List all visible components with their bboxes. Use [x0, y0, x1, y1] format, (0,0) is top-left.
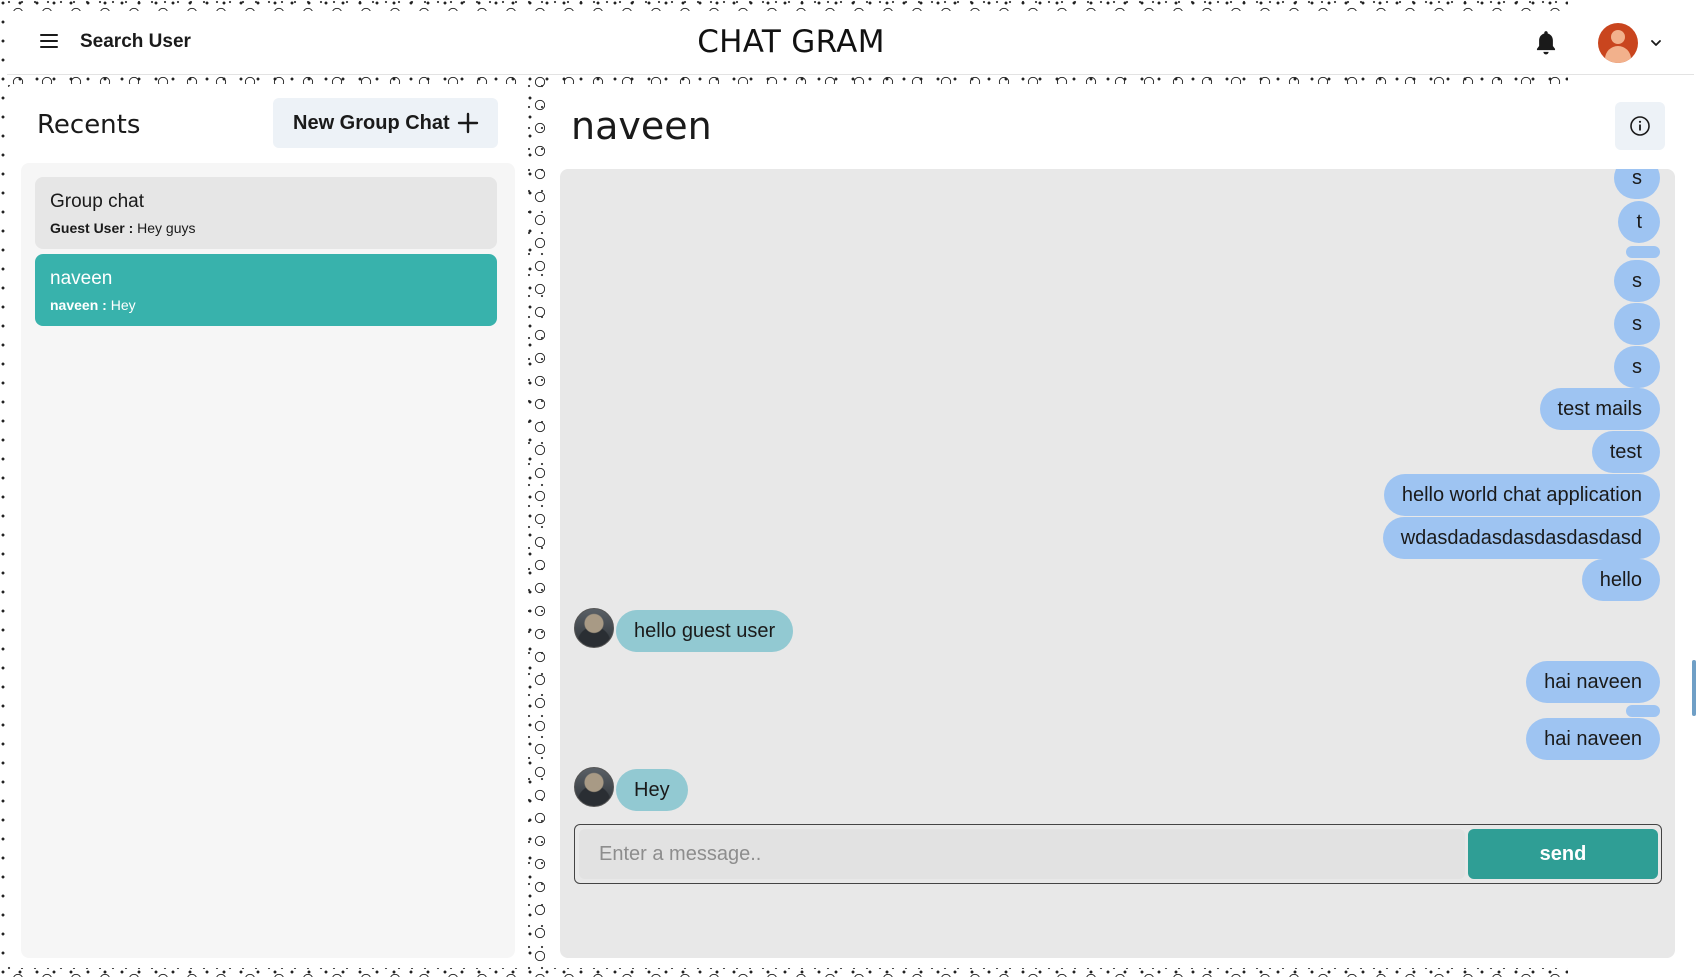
- message-bubble-received: hello guest user: [616, 610, 794, 652]
- plus-icon: [457, 112, 479, 134]
- chat-panel: naveen s t s s s test mails test hello w…: [545, 84, 1684, 968]
- chat-list: Group chat Guest User : Hey guys naveen …: [21, 163, 515, 958]
- chat-name: naveen: [50, 268, 113, 289]
- message-bubble-sent: hai naveen: [1526, 661, 1660, 703]
- message-input[interactable]: [579, 829, 1465, 879]
- new-group-chat-button[interactable]: New Group Chat: [273, 98, 498, 148]
- chat-list-item-naveen[interactable]: naveen naveen : Hey: [35, 254, 497, 326]
- app-title: CHAT GRAM: [697, 24, 885, 60]
- message-bubble-sent: test mails: [1539, 388, 1660, 430]
- send-button[interactable]: send: [1468, 829, 1658, 879]
- scroll-handle[interactable]: [1692, 660, 1696, 716]
- message-composer: send: [574, 824, 1662, 884]
- message-bubble-sent: hai naveen: [1526, 718, 1660, 760]
- recents-panel: Recents New Group Chat Group chat Guest …: [7, 84, 528, 968]
- chat-list-item-group-chat[interactable]: Group chat Guest User : Hey guys: [35, 177, 497, 249]
- chat-preview: Guest User : Hey guys: [50, 220, 482, 236]
- chat-preview-message: Hey guys: [137, 220, 196, 236]
- message-bubble-sent: hello world chat application: [1383, 474, 1660, 516]
- chat-preview-sender: naveen :: [50, 297, 107, 313]
- message-bubble-sent: test: [1591, 431, 1660, 473]
- message-bubble-sent: [1626, 246, 1660, 258]
- message-bubble-sent: hello: [1581, 559, 1660, 601]
- message-bubble-sent: wdasdadasdasdasdasdasd: [1382, 517, 1660, 559]
- chevron-down-icon[interactable]: [1649, 36, 1663, 50]
- chat-name: Group chat: [50, 191, 144, 212]
- new-group-chat-label: New Group Chat: [293, 111, 450, 134]
- message-bubble-sent: s: [1614, 303, 1660, 345]
- message-bubble-sent: s: [1614, 260, 1660, 302]
- user-avatar[interactable]: [1598, 23, 1638, 63]
- chat-preview: naveen : Hey: [50, 297, 482, 313]
- top-header: Search User CHAT GRAM: [7, 11, 1694, 75]
- message-bubble-sent: t: [1618, 201, 1660, 243]
- chat-title: naveen: [571, 104, 712, 148]
- recents-title: Recents: [37, 110, 141, 140]
- chat-preview-sender: Guest User :: [50, 220, 134, 236]
- chat-preview-message: Hey: [110, 297, 136, 313]
- sender-avatar[interactable]: [574, 608, 614, 648]
- message-bubble-received: Hey: [616, 769, 688, 811]
- bell-icon[interactable]: [1533, 29, 1559, 57]
- info-button[interactable]: [1615, 102, 1665, 150]
- message-bubble-sent: [1626, 705, 1660, 717]
- info-icon: [1630, 116, 1650, 136]
- messages-area[interactable]: s t s s s test mails test hello world ch…: [560, 169, 1675, 958]
- message-bubble-sent: s: [1614, 169, 1660, 199]
- message-bubble-sent: s: [1614, 346, 1660, 388]
- sender-avatar[interactable]: [574, 767, 614, 807]
